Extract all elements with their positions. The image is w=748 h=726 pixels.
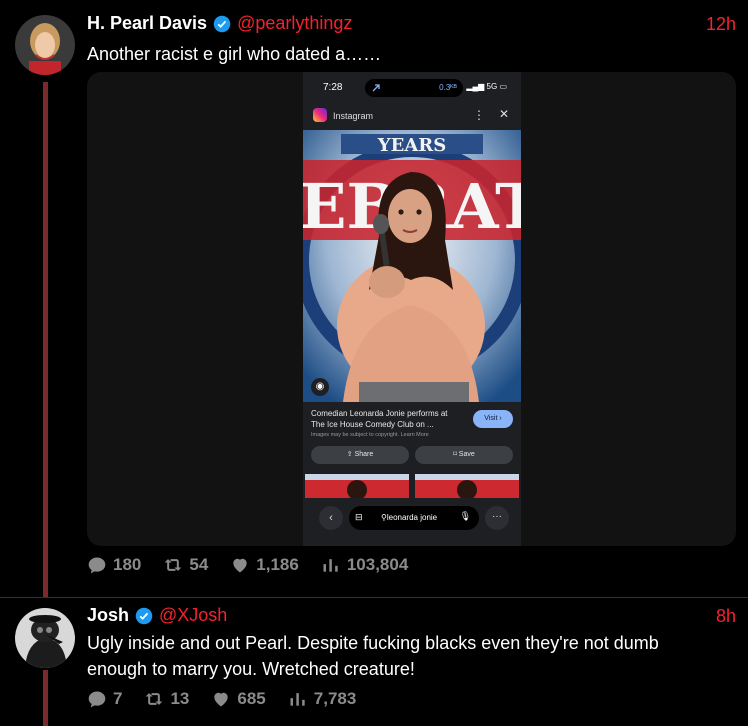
instagram-logo-icon (313, 108, 327, 122)
lens-search-bar: ⊟ ⚲leonarda jonie 🎙 (349, 506, 479, 530)
network-speed: 0.3ᴷᴮ (439, 83, 457, 92)
save-button: ⌑ Save (415, 446, 513, 464)
timestamp[interactable]: 12h (706, 14, 736, 35)
verified-badge-icon (213, 15, 231, 32)
comedian-photo: YEARS LEBRATI (303, 130, 521, 402)
heart-icon (233, 558, 247, 573)
banner-text: YEARS (377, 135, 447, 156)
status-bar: 7:28 0.3ᴷᴮ ▂▄▆ 5G ▭ (303, 78, 521, 98)
app-label: Instagram (333, 111, 374, 121)
signal-indicator: ▂▄▆ 5G ▭ (466, 82, 507, 91)
share-icon: ⇪ (346, 451, 353, 458)
views-button[interactable]: 7,783 (288, 689, 356, 709)
analytics-icon (323, 559, 338, 572)
reply-icon (88, 557, 106, 574)
back-icon: ‹ (319, 506, 343, 530)
bottom-bar: ‹ ⊟ ⚲leonarda jonie 🎙 ··· (303, 502, 521, 546)
result-photo: YEARS LEBRATI ◉ (303, 130, 521, 402)
reply-button[interactable]: 180 (87, 555, 141, 575)
lens-icon: ⊟ (355, 512, 363, 522)
copyright-note: Images may be subject to copyright. Lear… (311, 432, 429, 438)
tweet-text: Ugly inside and out Pearl. Despite fucki… (87, 633, 659, 679)
like-button[interactable]: 685 (211, 689, 266, 709)
close-icon: ✕ (498, 107, 509, 121)
dynamic-island: 0.3ᴷᴮ (365, 79, 463, 97)
tweet-text: Another racist e girl who dated a…… (87, 44, 382, 64)
more-horiz-icon: ··· (485, 506, 509, 530)
avatar-image (15, 15, 75, 75)
views-button[interactable]: 103,804 (321, 555, 408, 575)
heart-icon (214, 692, 229, 707)
reply-icon (88, 691, 106, 708)
author-handle[interactable]: @XJosh (159, 605, 227, 626)
avatar[interactable] (15, 608, 75, 668)
tweet-2[interactable]: Josh @XJosh 8h Ugly inside and out Pearl… (0, 598, 748, 726)
mic-icon: 🎙 (459, 511, 471, 521)
like-button[interactable]: 1,186 (230, 555, 299, 575)
author-name[interactable]: Josh (87, 605, 129, 626)
app-bar: Instagram ⋮ ✕ (303, 104, 521, 128)
search-query: ⚲leonarda jonie (381, 513, 438, 522)
reply-button[interactable]: 7 (87, 689, 122, 709)
avatar-image (15, 608, 75, 668)
status-time: 7:28 (323, 82, 343, 93)
tweet-actions: 180 54 1,186 103,804 (87, 555, 430, 575)
thumbnail-strip (305, 474, 519, 498)
tweet-media[interactable]: 7:28 0.3ᴷᴮ ▂▄▆ 5G ▭ Instagram ⋮ ✕ YEARS … (87, 72, 736, 546)
result-caption: Comedian Leonarda Jonie performs at The … (311, 409, 448, 429)
tweet-1[interactable]: H. Pearl Davis @pearlythingz 12h Another… (0, 0, 748, 597)
retweet-icon (165, 559, 182, 571)
share-button: ⇪ Share (311, 446, 409, 464)
retweet-icon (146, 693, 163, 705)
retweet-button[interactable]: 13 (144, 689, 189, 709)
tweet-actions: 7 13 685 7,783 (87, 689, 378, 709)
timestamp[interactable]: 8h (716, 606, 736, 627)
avatar[interactable] (15, 15, 75, 75)
arrow-icon (372, 84, 380, 92)
author-handle[interactable]: @pearlythingz (237, 13, 352, 34)
visit-button: Visit › (473, 410, 513, 428)
analytics-icon (290, 693, 305, 706)
related-thumbnails (305, 474, 519, 498)
verified-badge-icon (135, 607, 153, 624)
author-name[interactable]: H. Pearl Davis (87, 13, 207, 34)
phone-screenshot: 7:28 0.3ᴷᴮ ▂▄▆ 5G ▭ Instagram ⋮ ✕ YEARS … (303, 72, 521, 546)
lens-camera-icon: ◉ (311, 378, 329, 396)
more-vert-icon: ⋮ (473, 108, 485, 122)
retweet-button[interactable]: 54 (163, 555, 208, 575)
bookmark-icon: ⌑ (453, 451, 457, 458)
